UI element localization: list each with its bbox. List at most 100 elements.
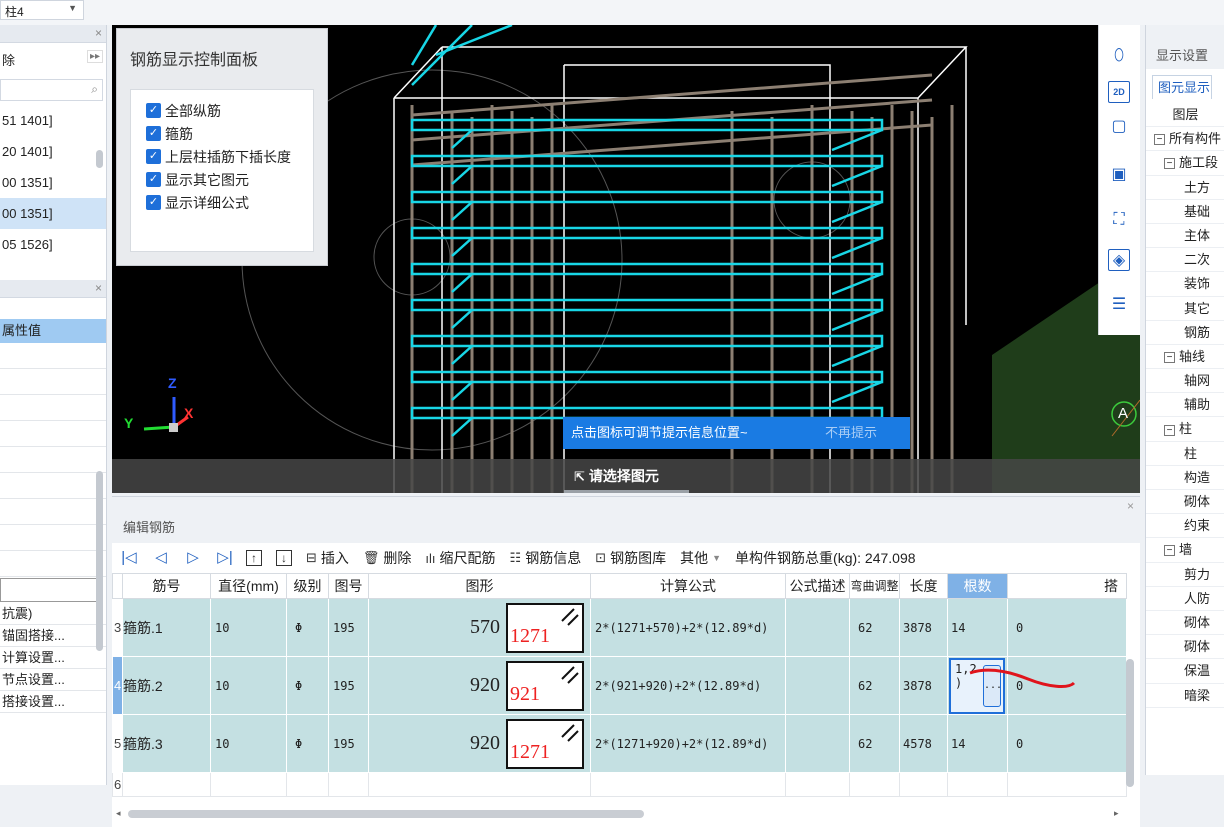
shape-dimension-b[interactable]: 921 — [510, 683, 540, 706]
checkbox-show-other-elements[interactable]: ✓ 显示其它图元 — [146, 171, 313, 194]
table-cell[interactable] — [849, 772, 900, 797]
shape-dimension-a[interactable]: 920 — [470, 732, 506, 755]
column-header[interactable]: 长度 — [899, 573, 948, 599]
grade-cell[interactable]: Φ — [286, 656, 329, 715]
shape-dimension-a[interactable]: 570 — [470, 616, 506, 639]
rebar-info-button[interactable]: ☷ 钢筋信息 — [510, 548, 582, 568]
shape-cell[interactable]: 570 1271 — [368, 598, 591, 657]
list-item[interactable]: 00 1351] — [0, 167, 106, 198]
more-icon[interactable]: ▸▸ — [86, 50, 103, 63]
search-input[interactable]: ⌕ — [0, 79, 103, 101]
layer-tree-item[interactable]: 砌体 — [1146, 490, 1224, 515]
tab-element-display[interactable]: 图元显示 — [1152, 75, 1212, 99]
3d-viewport[interactable]: Z Y X A 钢筋显示控制面板 ✓ 全部纵筋 ✓ 箍筋 ✓ 上层柱插筋下插长度 ✓ 显… — [112, 25, 1140, 493]
layer-tree-item[interactable]: 钢筋 — [1146, 321, 1224, 345]
move-down-icon[interactable]: ↓ — [276, 550, 292, 566]
scrollbar[interactable] — [96, 471, 103, 651]
collapse-icon[interactable]: − — [1164, 424, 1175, 436]
column-header[interactable]: 搭 — [1007, 573, 1127, 599]
checkbox-stirrup[interactable]: ✓ 箍筋 — [146, 125, 313, 148]
hint-tooltip[interactable]: 点击图标可调节提示信息位置~ 不再提示 — [563, 417, 910, 449]
property-row[interactable] — [0, 343, 106, 369]
shape-dimension-b[interactable]: 1271 — [510, 741, 550, 764]
layer-tree-item[interactable]: 暗梁 — [1146, 684, 1224, 708]
layer-tree-item[interactable]: − 轴线 — [1146, 345, 1224, 370]
count-cell[interactable]: 14 — [947, 714, 1008, 773]
grade-cell[interactable]: Φ — [286, 598, 329, 657]
rebar-name-cell[interactable]: 箍筋.1 — [122, 598, 211, 657]
row-number[interactable]: 6 — [112, 772, 123, 797]
table-cell[interactable] — [947, 772, 1008, 797]
column-header[interactable]: 弯曲调整 — [849, 573, 900, 599]
count-cell[interactable]: 14 — [947, 598, 1008, 657]
horizontal-scrollbar[interactable] — [128, 810, 644, 818]
collapse-icon[interactable]: − — [1164, 545, 1175, 557]
bend-adjust-cell[interactable]: 62 — [849, 598, 900, 657]
shape-dimension-b[interactable]: 1271 — [510, 625, 550, 648]
table-cell[interactable] — [1007, 772, 1127, 797]
layer-tree-item[interactable]: − 施工段 — [1146, 151, 1224, 176]
figure-number-cell[interactable]: 195 — [328, 714, 369, 773]
property-row[interactable]: 计算设置... — [0, 647, 106, 669]
close-icon[interactable]: × — [95, 26, 102, 40]
table-row[interactable]: 4 箍筋.2 10 Φ 195 920 921 2*(921+920)+2*(12.89*d)… — [112, 656, 1127, 715]
close-icon[interactable]: × — [1127, 499, 1134, 513]
property-row[interactable] — [0, 447, 106, 473]
shape-dimension-a[interactable]: 920 — [470, 674, 506, 697]
length-cell[interactable]: 3878 — [899, 656, 948, 715]
insert-button[interactable]: ⊟ 插入 — [306, 548, 349, 568]
panel-resize-handle[interactable] — [564, 490, 689, 493]
property-row[interactable] — [0, 525, 106, 551]
scroll-left-icon[interactable]: ◂ — [116, 808, 121, 819]
table-cell[interactable] — [122, 772, 211, 797]
figure-number-cell[interactable]: 195 — [328, 656, 369, 715]
property-row[interactable] — [0, 473, 106, 499]
list-item-selected[interactable]: 00 1351] — [0, 198, 106, 229]
formula-description-cell[interactable] — [785, 598, 850, 657]
layer-tree-item[interactable]: 土方 — [1146, 176, 1224, 200]
bend-adjust-cell[interactable]: 62 — [849, 656, 900, 715]
diameter-cell[interactable]: 10 — [210, 598, 287, 657]
scrollbar[interactable] — [1126, 659, 1134, 787]
layer-tree-item[interactable]: 砌体 — [1146, 635, 1224, 660]
column-header[interactable]: 公式描述 — [785, 573, 850, 599]
layer-tree-item[interactable]: 主体 — [1146, 224, 1224, 249]
other-menu[interactable]: 其他 ▼ — [680, 548, 721, 568]
column-header[interactable]: 直径(mm) — [210, 573, 287, 599]
table-cell[interactable] — [286, 772, 329, 797]
table-cell[interactable] — [210, 772, 287, 797]
diameter-cell[interactable]: 10 — [210, 714, 287, 773]
row-number[interactable]: 5 — [112, 714, 123, 773]
diameter-cell[interactable]: 10 — [210, 656, 287, 715]
2d-view-icon[interactable]: 2D — [1108, 81, 1130, 103]
property-row[interactable]: 抗震) — [0, 603, 106, 625]
layer-tree-item[interactable]: 装饰 — [1146, 272, 1224, 297]
layer-tree-item[interactable]: − 所有构件 — [1146, 127, 1224, 152]
zoom-extent-icon[interactable]: ⛶ — [1108, 209, 1130, 231]
column-header[interactable]: 筋号 — [122, 573, 211, 599]
formula-cell[interactable]: 2*(921+920)+2*(12.89*d) — [590, 656, 786, 715]
cube-front-icon[interactable]: ▢ — [1108, 115, 1130, 137]
list-item[interactable]: 05 1526] — [0, 229, 106, 260]
property-input[interactable] — [0, 578, 103, 602]
layer-tree-item[interactable]: 图层 — [1146, 103, 1224, 128]
table-row[interactable]: 5 箍筋.3 10 Φ 195 920 1271 2*(1271+920)+2*(12.89*… — [112, 714, 1127, 773]
rebar-name-cell[interactable]: 箍筋.2 — [122, 656, 211, 715]
last-record-icon[interactable]: ▷| — [214, 547, 236, 569]
dismiss-hint-link[interactable]: 不再提示 — [825, 417, 877, 449]
layer-tree-item[interactable]: 约束 — [1146, 514, 1224, 539]
row-number[interactable]: 3 — [112, 598, 123, 657]
table-cell[interactable] — [590, 772, 786, 797]
count-input[interactable]: 1,2 )... — [949, 658, 1005, 714]
count-cell[interactable]: 1,2 )... — [947, 656, 1008, 715]
length-cell[interactable]: 4578 — [899, 714, 948, 773]
lap-cell[interactable]: 0 — [1007, 714, 1127, 773]
checkbox-upper-insert-length[interactable]: ✓ 上层柱插筋下插长度 — [146, 148, 313, 171]
layer-tree-item[interactable]: 砌体 — [1146, 611, 1224, 636]
edit-ellipsis-button[interactable]: ... — [983, 665, 1002, 707]
property-row[interactable]: 节点设置... — [0, 669, 106, 691]
floor-select[interactable]: 柱4 ▼ — [0, 0, 84, 20]
lap-cell[interactable]: 0 — [1007, 598, 1127, 657]
column-header-active[interactable]: 根数 — [947, 573, 1008, 599]
layer-tree-item[interactable]: 基础 — [1146, 200, 1224, 224]
